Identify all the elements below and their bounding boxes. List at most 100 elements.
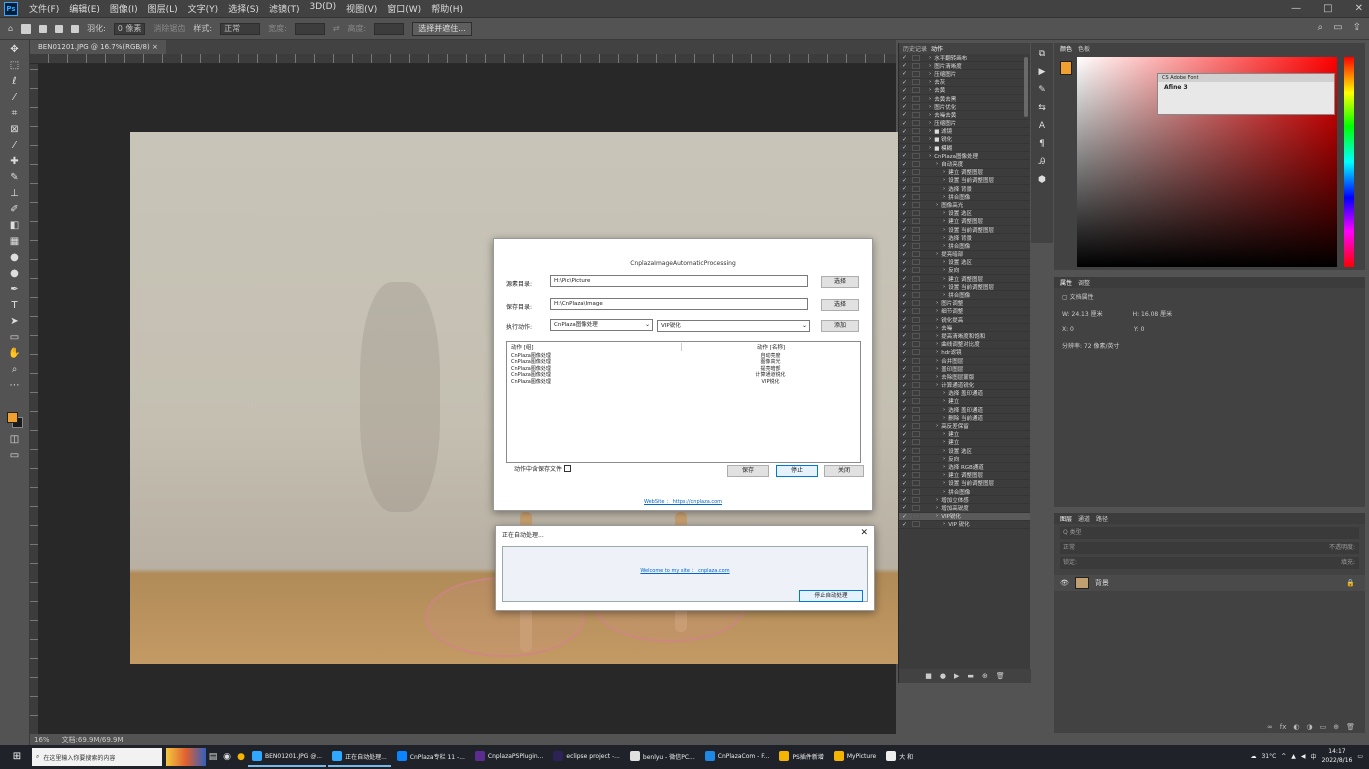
expand-triangle-icon[interactable]: ›	[929, 153, 931, 159]
hand-tool-icon[interactable]: ✋	[8, 348, 22, 360]
dialog-toggle-box[interactable]	[912, 267, 920, 274]
expand-triangle-icon[interactable]: ›	[929, 96, 931, 102]
weather-text[interactable]: 31°C	[1261, 753, 1276, 760]
dialog-toggle-box[interactable]	[912, 439, 920, 446]
action-row[interactable]: ✓ › 自动亮度	[899, 160, 1030, 169]
checkmark-icon[interactable]: ✓	[902, 488, 910, 495]
width-input[interactable]	[294, 22, 325, 35]
close-window-button[interactable]: ✕	[1355, 3, 1363, 14]
expand-triangle-icon[interactable]: ›	[936, 308, 938, 314]
action-row[interactable]: ✓ › 增加高锐度	[899, 504, 1030, 513]
record-icon[interactable]: ●	[940, 672, 946, 680]
blur-tool-icon[interactable]: ●	[8, 252, 22, 264]
checkmark-icon[interactable]: ✓	[902, 521, 910, 528]
dialog-toggle-box[interactable]	[912, 431, 920, 438]
menu-item[interactable]: 3D(D)	[304, 2, 341, 15]
actions-scrollbar[interactable]	[1024, 57, 1028, 117]
expand-triangle-icon[interactable]: ›	[936, 300, 938, 306]
expand-triangle-icon[interactable]: ›	[943, 194, 945, 200]
save-action-button[interactable]: 保存	[727, 465, 769, 477]
action-row[interactable]: ✓ › 选择 盖印通道	[899, 390, 1030, 398]
dialog-toggle-box[interactable]	[912, 513, 920, 520]
dialog-toggle-box[interactable]	[912, 488, 920, 495]
pen-tool-icon[interactable]: ✒	[8, 284, 22, 296]
expand-triangle-icon[interactable]: ›	[936, 349, 938, 355]
menu-item[interactable]: 选择(S)	[223, 2, 264, 15]
tray-chevron-icon[interactable]: ^	[1281, 753, 1286, 760]
checkmark-icon[interactable]: ✓	[902, 439, 910, 446]
action-row[interactable]: ✓ › 设置 当前调整图层	[899, 226, 1030, 235]
action-row[interactable]: ✓ › 提亮暗部	[899, 251, 1030, 259]
expand-triangle-icon[interactable]: ›	[943, 284, 945, 290]
expand-triangle-icon[interactable]: ›	[929, 104, 931, 110]
expand-triangle-icon[interactable]: ›	[929, 71, 931, 77]
new-selection-icon[interactable]	[39, 24, 48, 33]
action-row[interactable]: ✓ › 选择 RGB通道	[899, 463, 1030, 472]
taskbar-app-button[interactable]: PS插件新增	[775, 747, 827, 767]
eyedropper-tool-icon[interactable]: ⁄	[8, 140, 22, 152]
expand-triangle-icon[interactable]: ›	[936, 333, 938, 339]
dialog-toggle-box[interactable]	[912, 259, 920, 266]
action-row[interactable]: ✓ › 设置 选区	[899, 210, 1030, 218]
tab-color[interactable]: 颜色	[1060, 44, 1072, 53]
dialog-toggle-box[interactable]	[912, 185, 920, 192]
action-row[interactable]: ✓ › 去灰	[899, 79, 1030, 87]
expand-triangle-icon[interactable]: ›	[943, 259, 945, 265]
history-brush-icon[interactable]: ✐	[8, 204, 22, 216]
checkmark-icon[interactable]: ✓	[902, 54, 910, 61]
subtract-selection-icon[interactable]	[71, 24, 80, 33]
expand-triangle-icon[interactable]: ›	[936, 251, 938, 257]
x-value[interactable]: X: 0	[1062, 326, 1074, 333]
checkmark-icon[interactable]: ✓	[902, 103, 910, 110]
checkmark-icon[interactable]: ✓	[902, 504, 910, 511]
brush-tool-icon[interactable]: ✎	[8, 172, 22, 184]
tab-actions[interactable]: 动作	[931, 44, 943, 53]
expand-triangle-icon[interactable]: ›	[929, 120, 931, 126]
source-select-button[interactable]: 选择	[821, 276, 859, 288]
add-selection-icon[interactable]	[55, 24, 64, 33]
dialog-toggle-box[interactable]	[912, 226, 920, 233]
tab-adjustments[interactable]: 调整	[1078, 278, 1090, 287]
checkmark-icon[interactable]: ✓	[902, 87, 910, 94]
taskbar-app-button[interactable]: eclipse project -...	[549, 747, 623, 767]
screen-mode-icon[interactable]: ▭	[8, 450, 22, 462]
minimize-button[interactable]: —	[1291, 3, 1301, 14]
actions-panel-icon[interactable]: ▶	[1036, 67, 1048, 79]
layers-footer-icon[interactable]: ▭	[1320, 723, 1327, 731]
checkbox-box[interactable]	[564, 465, 572, 472]
action-row[interactable]: ✓ › 合并图层	[899, 357, 1030, 366]
checkmark-icon[interactable]: ✓	[902, 128, 910, 135]
document-info[interactable]: 文档:69.9M/69.9M	[62, 735, 124, 745]
expand-triangle-icon[interactable]: ›	[936, 317, 938, 323]
taskbar-app-button[interactable]: CnplazaPSPlugin...	[471, 747, 548, 767]
expand-triangle-icon[interactable]: ›	[936, 505, 938, 511]
action-row[interactable]: ✓ › 去除图层蒙版	[899, 373, 1030, 382]
weather-icon[interactable]: ☁	[1250, 753, 1256, 760]
dialog-toggle-box[interactable]	[912, 373, 920, 380]
checkmark-icon[interactable]: ✓	[902, 193, 910, 200]
glyphs-panel-icon[interactable]: Ꭿ	[1036, 157, 1048, 169]
action-set-select[interactable]: CnPlaza图像处理 ⌄	[550, 319, 653, 331]
checkmark-icon[interactable]: ✓	[902, 414, 910, 421]
dialog-toggle-box[interactable]	[912, 161, 920, 168]
taskbar-app-button[interactable]: CnPlaza专栏 11 -...	[393, 747, 469, 767]
expand-triangle-icon[interactable]: ›	[943, 521, 945, 527]
delete-action-icon[interactable]: 🗑	[996, 672, 1005, 680]
action-row[interactable]: ✓ › 建立 调整图层	[899, 275, 1030, 284]
dialog-toggle-box[interactable]	[912, 447, 920, 454]
expand-triangle-icon[interactable]: ›	[943, 243, 945, 249]
dialog-toggle-box[interactable]	[912, 472, 920, 479]
action-queue-list[interactable]: 动作 [组] 动作 [名称] CnPlaza图像处理 自动亮度 CnPlaza图像处…	[506, 341, 861, 463]
action-row[interactable]: ✓ › 建立	[899, 439, 1030, 447]
dialog-toggle-box[interactable]	[912, 423, 920, 430]
history-panel-icon[interactable]: ⧉	[1036, 49, 1048, 61]
checkmark-icon[interactable]: ✓	[902, 292, 910, 299]
dialog-toggle-box[interactable]	[912, 111, 920, 118]
expand-triangle-icon[interactable]: ›	[943, 169, 945, 175]
checkmark-icon[interactable]: ✓	[902, 373, 910, 380]
chrome-icon[interactable]: ●	[234, 750, 248, 764]
checkmark-icon[interactable]: ✓	[902, 185, 910, 192]
close-icon[interactable]: ✕	[860, 528, 868, 538]
expand-triangle-icon[interactable]: ›	[929, 87, 931, 93]
expand-triangle-icon[interactable]: ›	[943, 210, 945, 216]
